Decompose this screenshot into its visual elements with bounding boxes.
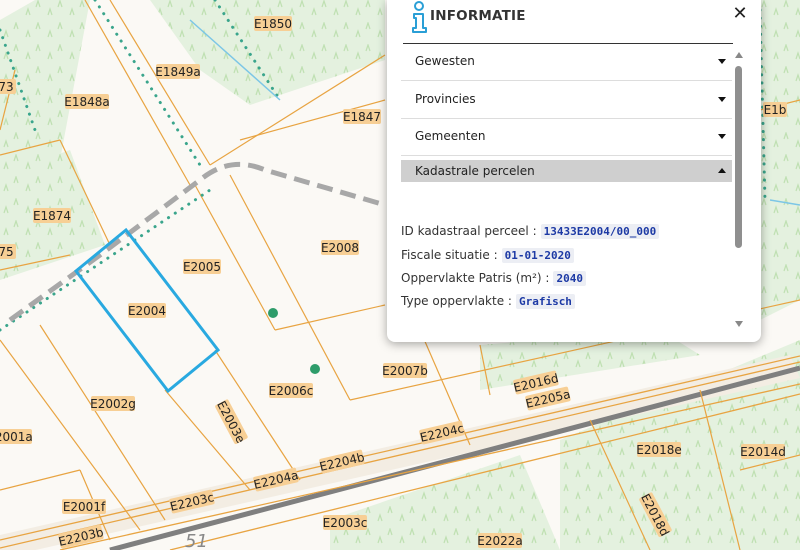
svg-text:E2018e: E2018e [636,443,682,457]
svg-text:75: 75 [0,245,14,259]
attribute-row: Oppervlakte Patris (m²) :2040 [401,271,586,286]
attribute-row: ID kadastraal perceel :13433E2004/00_000 [401,224,660,239]
svg-text:E1b: E1b [764,103,787,117]
panel-title: INFORMATIE [430,8,526,24]
section-label: Gewesten [415,54,475,68]
section-label: Gemeenten [415,129,486,143]
section-gewesten[interactable]: Gewesten [401,43,732,81]
panel-header: INFORMATIE ✕ [403,0,748,44]
scrollbar[interactable] [734,52,744,327]
section-label: Kadastrale percelen [415,164,535,178]
attribute-value: Grafisch [515,294,575,309]
parcel-label: E2001a [0,429,33,444]
chevron-down-icon [718,97,726,102]
scroll-down-arrow-icon[interactable] [735,321,743,327]
svg-text:E2004: E2004 [128,304,166,318]
parcel-label: 75 [0,244,16,259]
parcel-label: E2005 [183,259,221,274]
close-button[interactable]: ✕ [729,3,751,25]
attribute-value: 2040 [553,271,586,286]
parcel-label: E1b [763,102,787,117]
parcel-label: E2008 [321,240,359,255]
parcel-label: E2003c [323,515,368,530]
parcel-label: E2006c [269,383,314,398]
parcel-label: E1874 [33,208,71,223]
attribute-value: 13433E2004/00_000 [540,224,660,239]
scrollbar-thumb[interactable] [735,66,742,248]
attribute-label: ID kadastraal perceel : [401,224,537,238]
svg-text:E1848a: E1848a [64,95,109,109]
boundary-marker[interactable] [310,364,320,374]
information-panel: INFORMATIE ✕ Gewesten Provincies Gemeent… [387,0,761,342]
svg-text:E2007b: E2007b [382,364,428,378]
parcel-label: E1850 [254,16,292,31]
svg-text:E2006c: E2006c [269,384,314,398]
svg-text:73: 73 [0,80,14,94]
section-provincies[interactable]: Provincies [401,81,732,119]
parcel-label: E1849a [155,64,201,79]
svg-text:E2002g: E2002g [90,397,136,411]
road-number-label: 51 [185,531,208,550]
info-icon [412,1,427,33]
chevron-down-icon [718,59,726,64]
parcel-label: E2022a [477,533,523,548]
parcel-label: E2004 [128,303,166,318]
parcel-label: E2018e [636,442,682,457]
svg-text:E1874: E1874 [33,209,71,223]
svg-text:E2022a: E2022a [477,534,522,548]
svg-text:E2001a: E2001a [0,430,33,444]
svg-text:E1847: E1847 [343,110,381,124]
attribute-row: Fiscale situatie :01-01-2020 [401,248,574,263]
attribute-label: Type oppervlakte : [401,294,512,308]
chevron-down-icon [718,134,726,139]
parcel-label: E2001f [62,499,106,514]
section-label: Provincies [415,92,476,106]
attribute-label: Fiscale situatie : [401,248,498,262]
scroll-up-arrow-icon[interactable] [735,52,743,58]
parcel-label: E2002g [90,396,136,411]
svg-text:E2008: E2008 [321,241,359,255]
attribute-row: Type oppervlakte : Grafisch [401,294,575,309]
svg-text:E1850: E1850 [254,17,292,31]
chevron-up-icon [718,168,726,173]
svg-text:E2005: E2005 [183,260,221,274]
section-gemeenten[interactable]: Gemeenten [401,118,732,156]
parcel-label: E2014d [740,444,786,459]
attribute-value: 01-01-2020 [501,248,574,263]
attribute-label: Oppervlakte Patris (m²) : [401,271,550,285]
parcel-label: E2007b [382,363,428,378]
parcel-label: E1848a [64,94,110,109]
svg-text:E2014d: E2014d [740,445,786,459]
svg-text:E1849a: E1849a [155,65,200,79]
section-kadastrale-percelen[interactable]: Kadastrale percelen [401,160,732,182]
parcel-label: E1847 [343,109,381,124]
boundary-marker[interactable] [268,308,278,318]
svg-text:E2003c: E2003c [323,516,368,530]
svg-text:E2001f: E2001f [63,500,106,514]
parcel-label: 73 [0,79,16,94]
